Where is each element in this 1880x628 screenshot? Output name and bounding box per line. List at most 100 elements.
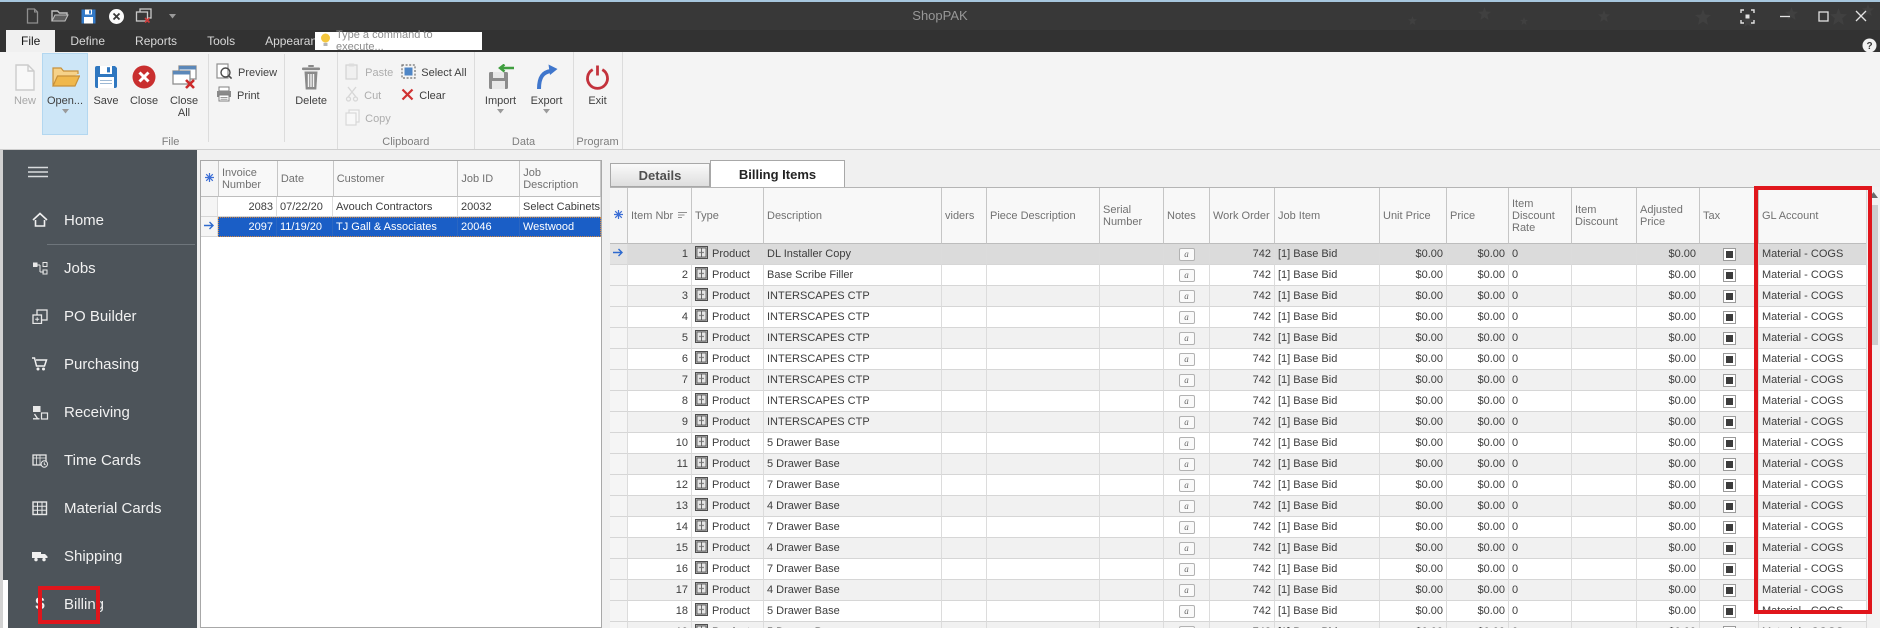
select-all-button[interactable]: Select All: [397, 61, 470, 84]
billing-column-notes[interactable]: Notes: [1164, 188, 1210, 244]
sidebar-item-purchasing[interactable]: Purchasing: [3, 340, 197, 388]
notes-editor-button[interactable]: a: [1178, 352, 1195, 366]
billing-item-row[interactable]: 7 Product INTERSCAPES CTP a 742 [1] Base Bid $…: [610, 370, 1867, 391]
billing-column-item-nbr[interactable]: Item Nbr: [628, 188, 692, 244]
exit-button[interactable]: Exit: [577, 54, 619, 134]
billing-column-job-item[interactable]: Job Item: [1275, 188, 1380, 244]
billing-column-piece-description[interactable]: Piece Description: [987, 188, 1100, 244]
tax-checkbox[interactable]: [1722, 373, 1736, 387]
billing-item-row[interactable]: 17 Product 4 Drawer Base a 742 [1] Base Bid $0…: [610, 580, 1867, 601]
import-button[interactable]: Import: [478, 54, 524, 134]
invoice-column-invoice-number[interactable]: Invoice Number: [218, 161, 278, 197]
billing-item-row[interactable]: 3 Product INTERSCAPES CTP a 742 [1] Base Bid $…: [610, 286, 1867, 307]
billing-item-row[interactable]: 13 Product 4 Drawer Base a 742 [1] Base Bid $0…: [610, 496, 1867, 517]
tab-details[interactable]: Details: [610, 163, 710, 187]
menu-item-tools[interactable]: Tools: [192, 30, 250, 52]
billing-item-row[interactable]: 12 Product 7 Drawer Base a 742 [1] Base Bid $0…: [610, 475, 1867, 496]
invoice-column-customer[interactable]: Customer: [333, 161, 459, 197]
scroll-up-icon[interactable]: [1867, 187, 1880, 202]
print-button[interactable]: Print: [212, 84, 281, 107]
billing-column-description[interactable]: Description: [764, 188, 942, 244]
billing-item-row[interactable]: 16 Product 7 Drawer Base a 742 [1] Base Bid $0…: [610, 559, 1867, 580]
tax-checkbox[interactable]: [1722, 310, 1736, 324]
billing-item-row[interactable]: 10 Product 5 Drawer Base a 742 [1] Base Bid $0…: [610, 433, 1867, 454]
billing-column-item-discount-rate[interactable]: Item Discount Rate: [1509, 188, 1572, 244]
sidebar-item-material-cards[interactable]: Material Cards: [3, 484, 197, 532]
export-button[interactable]: Export: [524, 54, 570, 134]
maximize-button[interactable]: [1804, 2, 1842, 30]
billing-item-row[interactable]: 11 Product 5 Drawer Base a 742 [1] Base Bid $0…: [610, 454, 1867, 475]
invoice-row[interactable]: 2097 11/19/20 TJ Gall & Associates 20046 Wes…: [201, 217, 601, 237]
billing-item-row[interactable]: 6 Product INTERSCAPES CTP a 742 [1] Base Bid $…: [610, 349, 1867, 370]
notes-editor-button[interactable]: a: [1178, 415, 1195, 429]
billing-column-item-discount[interactable]: Item Discount: [1572, 188, 1637, 244]
sidebar-item-receiving[interactable]: Receiving: [3, 388, 197, 436]
billing-column-gl-account[interactable]: GL Account: [1759, 188, 1867, 244]
invoice-column-job-id[interactable]: Job ID: [458, 161, 521, 197]
billing-item-row[interactable]: 9 Product INTERSCAPES CTP a 742 [1] Base Bid $…: [610, 412, 1867, 433]
tax-checkbox[interactable]: [1722, 268, 1736, 282]
billing-column-adjusted-price[interactable]: Adjusted Price: [1637, 188, 1700, 244]
notes-editor-button[interactable]: a: [1178, 436, 1195, 450]
sidebar-item-jobs[interactable]: Jobs: [3, 244, 197, 292]
open-button[interactable]: Open...: [42, 53, 88, 135]
tax-checkbox[interactable]: [1722, 457, 1736, 471]
notes-editor-button[interactable]: a: [1178, 541, 1195, 555]
delete-button[interactable]: Delete: [288, 54, 334, 134]
tax-checkbox[interactable]: [1722, 247, 1736, 261]
notes-editor-button[interactable]: a: [1178, 583, 1195, 597]
notes-editor-button[interactable]: a: [1178, 457, 1195, 471]
billing-column-tax[interactable]: Tax: [1700, 188, 1759, 244]
notes-editor-button[interactable]: a: [1178, 373, 1195, 387]
help-icon[interactable]: ?: [1862, 38, 1877, 58]
billing-column-serial-number[interactable]: Serial Number: [1100, 188, 1164, 244]
tax-checkbox[interactable]: [1722, 289, 1736, 303]
command-input[interactable]: Type a command to execute...: [315, 29, 482, 53]
sidebar-item-po-builder[interactable]: PO Builder: [3, 292, 197, 340]
tax-checkbox[interactable]: [1722, 541, 1736, 555]
tax-checkbox[interactable]: [1722, 604, 1736, 618]
close-all-button[interactable]: Close All: [163, 54, 205, 134]
tax-checkbox[interactable]: [1722, 394, 1736, 408]
billing-column-type[interactable]: Type: [692, 188, 764, 244]
close-button[interactable]: Close: [125, 54, 163, 134]
billing-item-row[interactable]: 2 Product Base Scribe Filler a 742 [1] Base B…: [610, 265, 1867, 286]
billing-column-unit-price[interactable]: Unit Price: [1380, 188, 1447, 244]
notes-editor-button[interactable]: a: [1178, 268, 1195, 282]
vertical-scrollbar[interactable]: [1866, 187, 1880, 628]
save-button[interactable]: Save: [87, 54, 125, 134]
preview-button[interactable]: Preview: [212, 61, 281, 84]
notes-editor-button[interactable]: a: [1178, 247, 1195, 261]
close-button[interactable]: [1842, 2, 1880, 30]
billing-item-row[interactable]: 8 Product INTERSCAPES CTP a 742 [1] Base Bid $…: [610, 391, 1867, 412]
notes-editor-button[interactable]: a: [1178, 604, 1195, 618]
billing-item-row[interactable]: 18 Product 5 Drawer Base a 742 [1] Base Bid $0…: [610, 601, 1867, 622]
scroll-thumb[interactable]: [1869, 205, 1878, 345]
clear-button[interactable]: Clear: [397, 84, 470, 107]
sidebar-item-time-cards[interactable]: Time Cards: [3, 436, 197, 484]
billing-column-work-order[interactable]: Work Order: [1210, 188, 1275, 244]
notes-editor-button[interactable]: a: [1178, 310, 1195, 324]
tax-checkbox[interactable]: [1722, 583, 1736, 597]
tax-checkbox[interactable]: [1722, 352, 1736, 366]
billing-item-row[interactable]: 5 Product INTERSCAPES CTP a 742 [1] Base Bid $…: [610, 328, 1867, 349]
focus-mode-button[interactable]: [1728, 2, 1766, 30]
minimize-button[interactable]: [1766, 2, 1804, 30]
billing-column-viders[interactable]: viders: [942, 188, 987, 244]
notes-editor-button[interactable]: a: [1178, 289, 1195, 303]
menu-item-reports[interactable]: Reports: [120, 30, 192, 52]
billing-item-row[interactable]: 4 Product INTERSCAPES CTP a 742 [1] Base Bid $…: [610, 307, 1867, 328]
billing-item-row[interactable]: 14 Product 7 Drawer Base a 742 [1] Base Bid $0…: [610, 517, 1867, 538]
menu-item-define[interactable]: Define: [55, 30, 120, 52]
notes-editor-button[interactable]: a: [1178, 562, 1195, 576]
invoice-row[interactable]: 2083 07/22/20 Avouch Contractors 20032 Selec…: [201, 197, 601, 217]
invoice-column-date[interactable]: Date: [277, 161, 334, 197]
notes-editor-button[interactable]: a: [1178, 394, 1195, 408]
sidebar-item-shipping[interactable]: Shipping: [3, 532, 197, 580]
tax-checkbox[interactable]: [1722, 520, 1736, 534]
invoice-column-job-description[interactable]: Job Description: [520, 161, 601, 197]
tax-checkbox[interactable]: [1722, 331, 1736, 345]
notes-editor-button[interactable]: a: [1178, 331, 1195, 345]
billing-column-price[interactable]: Price: [1447, 188, 1509, 244]
billing-item-row[interactable]: 19Product5 Drawer Basea742[1] Base Bid$0…: [610, 622, 1867, 628]
